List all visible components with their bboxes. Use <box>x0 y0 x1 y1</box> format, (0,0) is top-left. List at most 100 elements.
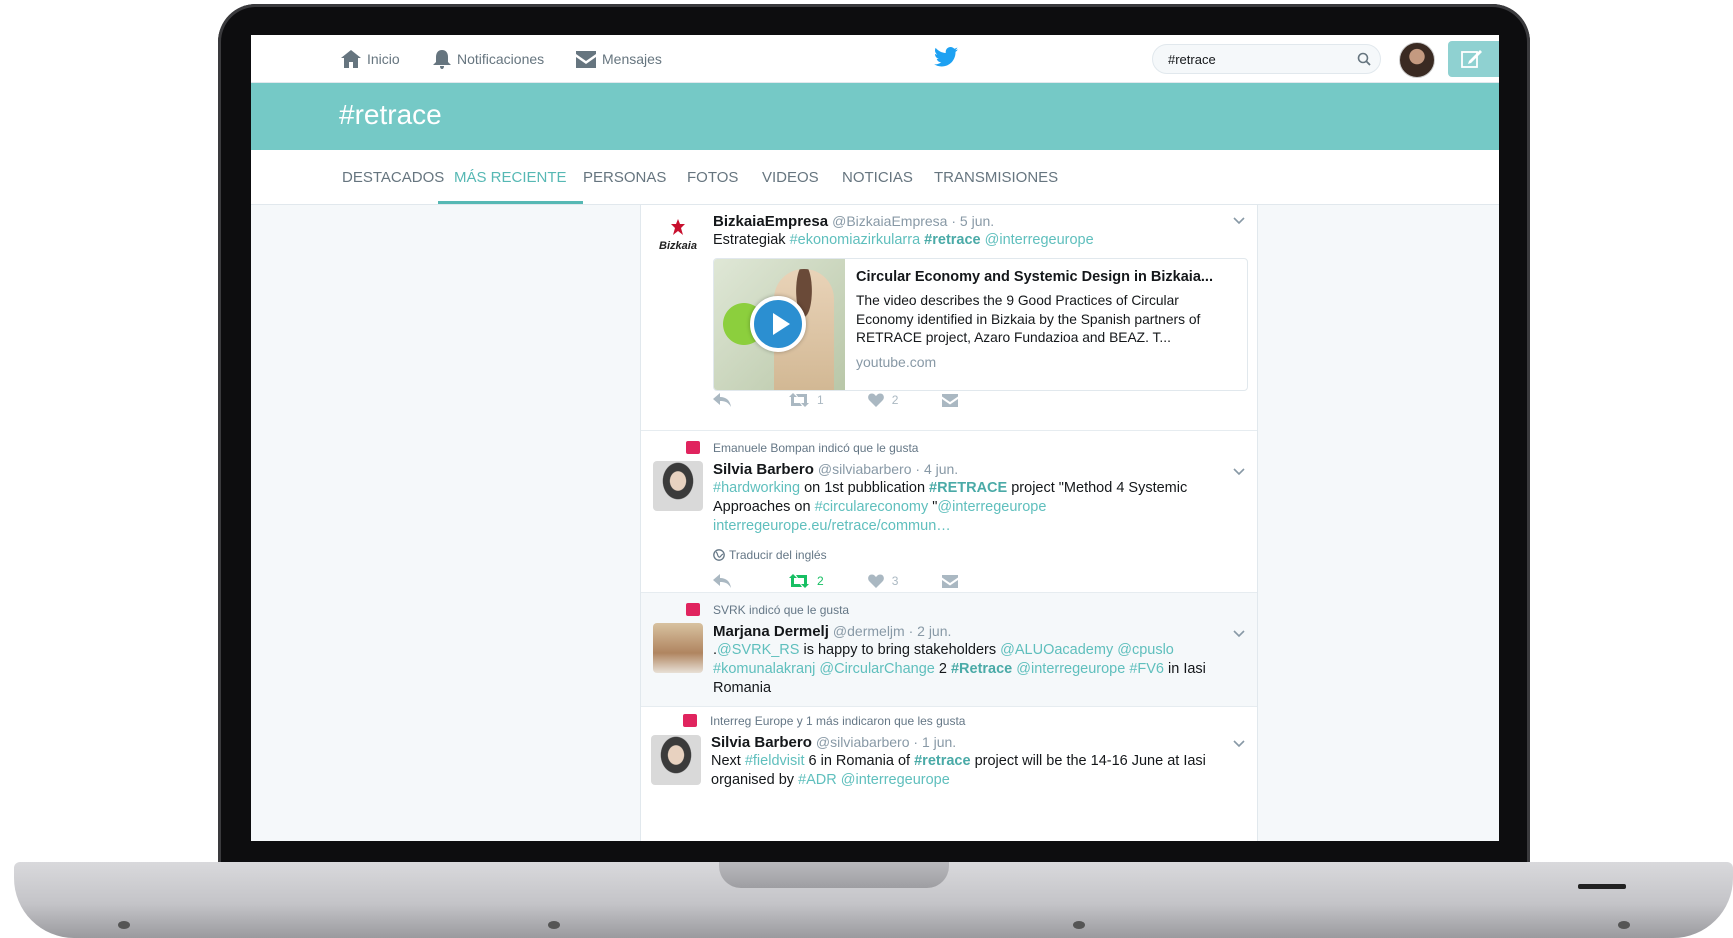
heart-icon <box>867 393 884 407</box>
nav-messages-label: Mensajes <box>602 51 662 67</box>
search-input[interactable] <box>1166 51 1350 68</box>
social-context[interactable]: Emanuele Bompan indicó que le gusta <box>713 441 918 455</box>
envelope-icon <box>576 50 596 68</box>
hashtag-link[interactable]: #hardworking <box>713 480 800 496</box>
direct-message-button[interactable] <box>942 393 959 407</box>
like-count: 3 <box>891 574 899 588</box>
reply-button[interactable] <box>713 574 731 588</box>
search-tabs: DESTACADOS MÁS RECIENTE PERSONAS FOTOS V… <box>251 150 1499 205</box>
retweet-icon <box>789 393 809 407</box>
mention-link[interactable]: @interregeurope <box>937 499 1046 515</box>
mention-link[interactable]: @ALUOacademy @cpuslo <box>1000 642 1174 658</box>
tweet-meta[interactable]: @silviabarbero · 4 jun. <box>818 461 958 477</box>
tweet-text-part: 2 <box>934 661 951 677</box>
tweet[interactable]: SVRK indicó que le gusta Marjana Dermelj… <box>641 593 1257 707</box>
envelope-icon <box>942 393 959 407</box>
tweet[interactable]: Emanuele Bompan indicó que le gusta Silv… <box>641 431 1257 593</box>
nav-messages[interactable]: Mensajes <box>576 49 662 69</box>
tweet-avatar[interactable] <box>653 461 703 511</box>
search-icon[interactable] <box>1357 52 1371 66</box>
globe-icon <box>713 549 725 561</box>
mention-link[interactable]: @SVRK_RS <box>717 642 799 658</box>
tweet-author-name[interactable]: Marjana Dermelj <box>713 623 829 640</box>
retweet-count: 2 <box>817 574 824 588</box>
envelope-icon <box>942 574 959 588</box>
tweet-text-line: Approaches on #circulareconomy "@interre… <box>713 497 1046 518</box>
retweet-button[interactable]: 1 <box>789 393 824 407</box>
nav-notifications[interactable]: Notificaciones <box>433 49 544 69</box>
tab-mas-reciente[interactable]: MÁS RECIENTE <box>438 150 583 204</box>
social-context[interactable]: SVRK indicó que le gusta <box>713 603 849 617</box>
hashtag-link[interactable]: #fieldvisit <box>745 753 805 769</box>
tweet[interactable]: Bizkaia BizkaiaEmpresa @BizkaiaEmpresa ·… <box>641 205 1257 431</box>
like-button[interactable]: 2 <box>867 393 898 407</box>
laptop-foot <box>1073 921 1085 929</box>
hashtag-link[interactable]: #circulareconomy <box>815 499 929 515</box>
url-link[interactable]: interregeurope.eu/retrace/commun… <box>713 518 951 534</box>
tab-noticias[interactable]: NOTICIAS <box>826 150 929 204</box>
hashtag-link[interactable]: #retrace <box>914 753 970 769</box>
tweet-meta[interactable]: @dermeljm · 2 jun. <box>833 623 951 639</box>
laptop-foot <box>118 921 130 929</box>
tweet-meta[interactable]: @silviabarbero · 1 jun. <box>816 734 956 750</box>
tweet-avatar[interactable]: Bizkaia <box>653 219 703 269</box>
compose-tweet-button[interactable] <box>1448 41 1499 77</box>
hashtag-link[interactable]: #retrace <box>924 232 980 248</box>
nav-home[interactable]: Inicio <box>341 49 400 69</box>
search-box[interactable] <box>1152 44 1381 74</box>
nav-home-label: Inicio <box>367 51 400 67</box>
tweet-author-name[interactable]: Silvia Barbero <box>713 461 814 478</box>
tweet-author-name[interactable]: BizkaiaEmpresa <box>713 213 828 230</box>
laptop-slot <box>1578 884 1626 889</box>
tweet-text-part: is happy to bring stakeholders <box>799 642 1001 658</box>
hashtag-link[interactable]: #Retrace <box>951 661 1012 677</box>
bizkaia-logo-icon <box>671 219 685 235</box>
video-card[interactable]: Circular Economy and Systemic Design in … <box>713 258 1248 391</box>
card-title: Circular Economy and Systemic Design in … <box>856 269 1213 285</box>
top-nav: Inicio Notificaciones Mensajes <box>251 35 1499 83</box>
tab-fotos[interactable]: FOTOS <box>671 150 754 204</box>
tweet-avatar[interactable] <box>651 735 701 785</box>
tweet-text-line: organised by #ADR @interregeurope <box>711 770 950 791</box>
timeline: Bizkaia BizkaiaEmpresa @BizkaiaEmpresa ·… <box>640 205 1258 841</box>
hashtag-link[interactable]: #ekonomiazirkularra <box>790 232 921 248</box>
play-icon[interactable] <box>750 296 806 352</box>
translate-link[interactable]: Traducir del inglés <box>713 548 827 562</box>
tab-personas[interactable]: PERSONAS <box>567 150 682 204</box>
home-icon <box>341 50 361 68</box>
chevron-down-icon[interactable] <box>1233 468 1245 476</box>
user-avatar[interactable] <box>1399 42 1435 78</box>
tab-videos[interactable]: VIDEOS <box>746 150 835 204</box>
hashtag-link[interactable]: #ADR @interregeurope <box>798 772 950 788</box>
mention-link[interactable]: @interregeurope #FV6 <box>1016 661 1164 677</box>
twitter-bird-icon[interactable] <box>934 47 958 67</box>
search-header: #retrace <box>251 83 1499 150</box>
tweet-text-part: in Iasi <box>1164 661 1206 677</box>
hashtag-link[interactable]: #RETRACE <box>929 480 1007 496</box>
chevron-down-icon[interactable] <box>1233 740 1245 748</box>
tweet-meta[interactable]: @BizkaiaEmpresa · 5 jun. <box>832 213 994 229</box>
tab-transmisiones[interactable]: TRANSMISIONES <box>918 150 1074 204</box>
tweet[interactable]: Interreg Europe y 1 más indicaron que le… <box>641 707 1257 841</box>
nav-notifications-label: Notificaciones <box>457 51 545 67</box>
chevron-down-icon[interactable] <box>1233 630 1245 638</box>
chevron-down-icon[interactable] <box>1233 217 1245 225</box>
direct-message-button[interactable] <box>942 574 959 588</box>
reply-button[interactable] <box>713 393 731 407</box>
mention-link[interactable]: @interregeurope <box>985 232 1094 248</box>
retweet-button[interactable]: 2 <box>789 574 824 588</box>
card-description: The video describes the 9 Good Practices… <box>856 293 1201 345</box>
like-button[interactable]: 3 <box>867 574 899 588</box>
video-thumbnail[interactable] <box>714 259 845 390</box>
tweet-text-part: Next <box>711 753 745 769</box>
screen: Inicio Notificaciones Mensajes #retrace … <box>251 35 1499 841</box>
tweet-author-name[interactable]: Silvia Barbero <box>711 734 812 751</box>
tweet-text-part: Estrategiak <box>713 232 786 248</box>
translate-label: Traducir del inglés <box>729 548 827 562</box>
tweet-avatar[interactable] <box>653 623 703 673</box>
tweet-text-part: project "Method 4 Systemic <box>1007 480 1188 496</box>
tweet-actions: 2 3 <box>713 574 1002 588</box>
tweet-text-line: #komunalakranj @CircularChange 2 #Retrac… <box>713 659 1206 680</box>
hashtag-link[interactable]: #komunalakranj @CircularChange <box>713 661 935 677</box>
social-context[interactable]: Interreg Europe y 1 más indicaron que le… <box>710 714 965 728</box>
